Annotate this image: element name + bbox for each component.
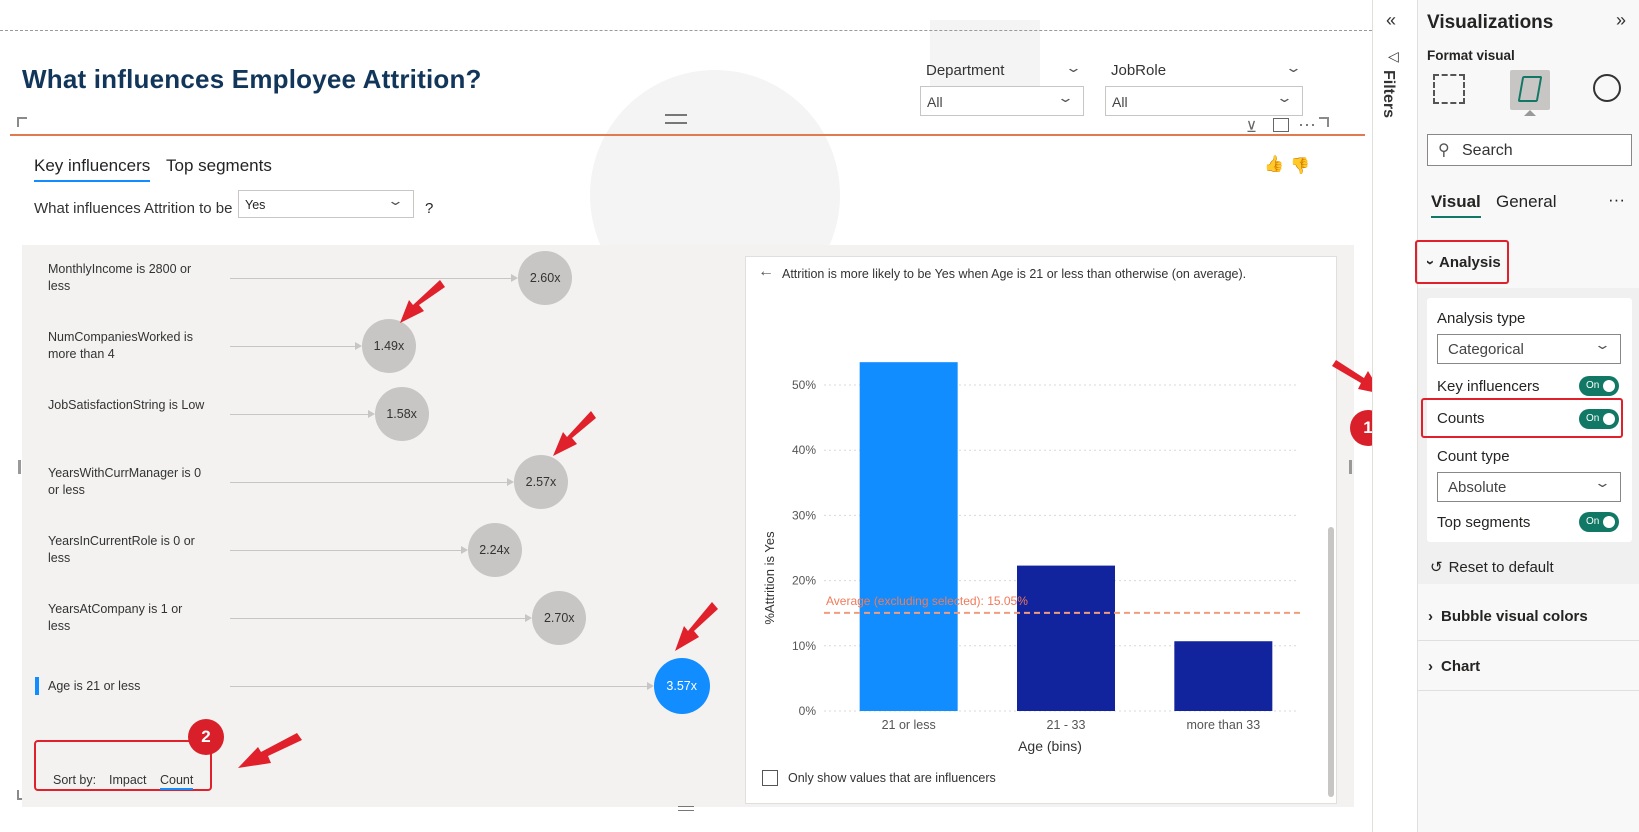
analysis-type-dropdown[interactable]: Categorical ⌄ — [1437, 334, 1621, 364]
counts-label: Counts — [1437, 410, 1485, 427]
chevron-down-icon: ⌄ — [1593, 475, 1612, 490]
annotation-arrow-icon — [400, 280, 445, 323]
annotation-arrows — [238, 280, 1372, 768]
build-visual-icon[interactable] — [1433, 74, 1465, 104]
pane-subtitle: Format visual — [1427, 48, 1515, 63]
count-type-value: Absolute — [1448, 479, 1507, 496]
paint-brush-icon — [1517, 76, 1543, 102]
chart-section[interactable]: › Chart — [1428, 658, 1480, 675]
chevron-down-icon: › — [1422, 260, 1439, 265]
pane-title: Visualizations — [1427, 12, 1554, 33]
analytics-icon[interactable] — [1593, 74, 1621, 102]
analysis-section-header[interactable]: ›Analysis — [1422, 254, 1501, 271]
analysis-type-label: Analysis type — [1437, 310, 1526, 327]
bubble-colors-label: Bubble visual colors — [1441, 608, 1588, 625]
annotation-arrow-icon — [553, 411, 596, 456]
top-segments-toggle[interactable]: On — [1579, 512, 1619, 532]
filters-label[interactable]: Filters — [1379, 70, 1397, 118]
analysis-type-value: Categorical — [1448, 341, 1524, 358]
section-divider — [1418, 640, 1639, 641]
tab-visual[interactable]: Visual — [1431, 192, 1481, 218]
analysis-label: Analysis — [1439, 254, 1501, 271]
expand-right-icon[interactable]: » — [1616, 10, 1626, 31]
reset-icon: ↺ — [1430, 559, 1443, 576]
chart-section-label: Chart — [1441, 658, 1481, 675]
search-input[interactable]: ⚲ Search — [1427, 134, 1632, 166]
chevron-right-icon: › — [1428, 608, 1433, 625]
chevron-down-icon: ⌄ — [1593, 337, 1612, 352]
count-type-dropdown[interactable]: Absolute ⌄ — [1437, 472, 1621, 502]
analysis-card: Analysis type Categorical ⌄ Key influenc… — [1421, 298, 1632, 542]
key-influencers-toggle[interactable]: On — [1579, 376, 1619, 396]
search-icon: ⚲ — [1438, 142, 1450, 159]
annotation-arrow-icon — [675, 602, 718, 651]
filters-pane-collapsed[interactable]: « ◁ Filters — [1372, 0, 1417, 832]
key-influencers-label: Key influencers — [1437, 378, 1540, 395]
report-canvas: What influences Employee Attrition? Depa… — [0, 0, 1372, 832]
search-placeholder: Search — [1462, 142, 1513, 159]
format-visual-tab[interactable] — [1510, 70, 1550, 110]
chevron-right-icon: › — [1428, 658, 1433, 675]
selected-tab-marker — [1524, 110, 1536, 116]
visualizations-pane: Visualizations » Format visual ⚲ Search … — [1415, 0, 1639, 832]
annotation-arrow-icon — [238, 733, 302, 768]
counts-toggle[interactable]: On — [1579, 409, 1619, 429]
reset-label: Reset to default — [1448, 559, 1554, 576]
top-segments-label: Top segments — [1437, 514, 1531, 531]
annotation-arrow-icon — [1332, 360, 1372, 392]
bubble-colors-section[interactable]: › Bubble visual colors — [1428, 608, 1588, 625]
collapse-left-icon[interactable]: « — [1386, 10, 1396, 31]
filter-funnel-icon: ◁ — [1388, 48, 1399, 64]
section-divider — [1418, 690, 1639, 691]
reset-to-default-button[interactable]: ↺ Reset to default — [1430, 558, 1554, 576]
tab-general[interactable]: General — [1496, 192, 1556, 212]
more-options-icon[interactable]: ··· — [1608, 190, 1625, 210]
count-type-label: Count type — [1437, 448, 1510, 465]
